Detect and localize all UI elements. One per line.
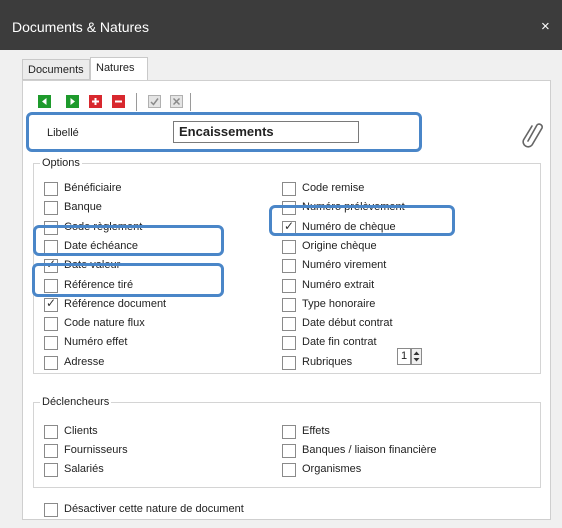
option-type-honoraire-checkbox[interactable]	[282, 297, 296, 312]
rubriques-spinner[interactable]	[411, 348, 422, 365]
trigger-organismes-label: Organismes	[302, 463, 362, 475]
option-origine-cheque-checkbox[interactable]	[282, 239, 296, 254]
disable-nature-desactiver-cette-nature-de-document-checkbox[interactable]	[44, 503, 58, 517]
option-adresse-checkbox[interactable]	[44, 355, 58, 370]
tab-natures[interactable]: Natures	[90, 57, 148, 81]
highlight-date-echeance	[33, 225, 224, 256]
trigger-salaries-label: Salariés	[64, 463, 104, 475]
option-beneficiaire-checkbox[interactable]	[44, 182, 58, 196]
trigger-clients-label: Clients	[64, 425, 98, 437]
option-date-debut-contrat-checkbox[interactable]	[282, 317, 296, 332]
remove-icon[interactable]	[112, 95, 125, 108]
option-numero-effet-label: Numéro effet	[64, 336, 128, 349]
option-code-nature-flux-checkbox[interactable]	[44, 317, 58, 332]
tab-documents[interactable]: Documents	[22, 59, 90, 80]
window-title: Documents & Natures	[12, 19, 149, 35]
previous-icon[interactable]	[38, 95, 51, 108]
toolbar-separator	[136, 93, 137, 111]
option-date-debut-contrat-label: Date début contrat	[302, 317, 393, 330]
trigger-salaries-checkbox[interactable]	[44, 463, 58, 477]
option-rubriques-label: Rubriques	[302, 355, 353, 368]
paperclip-icon[interactable]	[522, 119, 544, 152]
trigger-organismes-checkbox[interactable]	[282, 463, 296, 477]
trigger-effets-label: Effets	[302, 425, 330, 437]
declencheurs-legend: Déclencheurs	[40, 396, 112, 408]
option-numero-extrait-label: Numéro extrait	[302, 278, 375, 291]
disable-nature-desactiver-cette-nature-de-document-label: Désactiver cette nature de document	[64, 503, 244, 515]
validate-icon[interactable]	[148, 95, 161, 108]
trigger-clients-checkbox[interactable]	[44, 425, 58, 439]
close-icon[interactable]: ×	[541, 18, 550, 35]
options-legend: Options	[40, 157, 82, 169]
add-icon[interactable]	[89, 95, 102, 108]
highlight-libelle	[26, 112, 422, 152]
option-code-nature-flux-label: Code nature flux	[64, 317, 145, 330]
option-adresse-label: Adresse	[64, 355, 105, 368]
next-icon[interactable]	[66, 95, 79, 108]
option-date-fin-contrat-checkbox[interactable]	[282, 336, 296, 351]
trigger-fournisseurs-checkbox[interactable]	[44, 444, 58, 458]
option-numero-effet-checkbox[interactable]	[44, 336, 58, 351]
option-beneficiaire-label: Bénéficiaire	[64, 182, 122, 194]
option-code-remise-checkbox[interactable]	[282, 182, 296, 196]
option-rubriques-checkbox[interactable]	[282, 355, 296, 370]
option-origine-cheque-label: Origine chèque	[302, 239, 377, 252]
option-reference-document-label: Référence document	[64, 297, 167, 310]
toolbar-separator	[190, 93, 191, 111]
option-code-remise-label: Code remise	[302, 182, 365, 194]
option-date-fin-contrat-label: Date fin contrat	[302, 336, 377, 349]
option-numero-virement-checkbox[interactable]	[282, 259, 296, 274]
highlight-numero-cheque	[269, 205, 455, 236]
rubriques-value[interactable]: 1	[397, 348, 411, 365]
option-numero-extrait-checkbox[interactable]	[282, 278, 296, 293]
option-type-honoraire-label: Type honoraire	[302, 297, 376, 310]
cancel-icon[interactable]	[170, 95, 183, 108]
option-banque-checkbox[interactable]	[44, 201, 58, 216]
option-numero-virement-label: Numéro virement	[302, 259, 387, 272]
trigger-banques-liaison-financiere-checkbox[interactable]	[282, 444, 296, 458]
trigger-fournisseurs-label: Fournisseurs	[64, 444, 128, 456]
trigger-banques-liaison-financiere-label: Banques / liaison financière	[302, 444, 437, 456]
option-banque-label: Banque	[64, 201, 102, 214]
option-reference-document-checkbox[interactable]	[44, 296, 58, 312]
highlight-reference-tire	[32, 263, 224, 297]
trigger-effets-checkbox[interactable]	[282, 425, 296, 439]
